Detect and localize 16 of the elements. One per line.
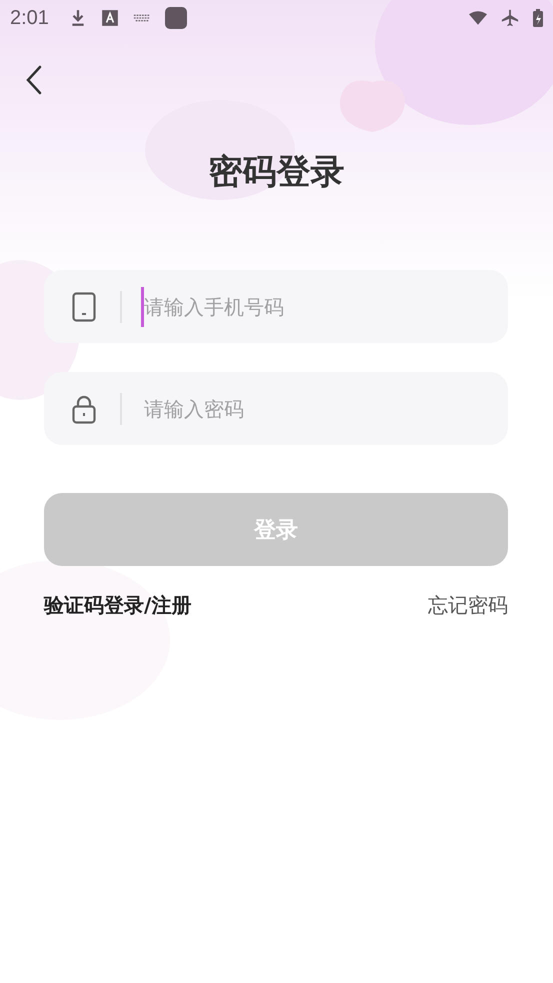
- forgot-password-link[interactable]: 忘记密码: [428, 592, 508, 619]
- password-input[interactable]: 请输入密码: [141, 388, 508, 428]
- font-icon: [100, 9, 119, 27]
- phone-input[interactable]: 请输入手机号码: [141, 286, 508, 326]
- page-title: 密码登录: [208, 151, 346, 194]
- status-time: 2:01: [10, 6, 49, 30]
- app-icon: [164, 7, 187, 29]
- phone-icon: [72, 292, 96, 322]
- lock-icon: [72, 394, 96, 424]
- battery-icon: [533, 9, 543, 27]
- password-field[interactable]: 请输入密码: [44, 372, 508, 445]
- back-icon[interactable]: [26, 65, 42, 95]
- phone-field[interactable]: 请输入手机号码: [44, 270, 508, 343]
- wifi-icon: [469, 9, 487, 27]
- airplane-icon: [501, 9, 519, 27]
- sms-login-link[interactable]: 验证码登录/注册: [44, 592, 192, 619]
